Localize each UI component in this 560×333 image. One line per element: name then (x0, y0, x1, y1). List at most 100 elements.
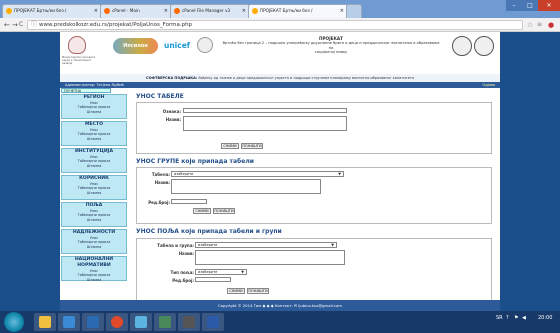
sidebar-group-norms: НАЦИОНАЛНИ НОРМАТИВИ Унос Табеларни прик… (61, 256, 127, 282)
sidebar-home-link[interactable]: ПОЧЕТНА (61, 88, 111, 93)
save-button[interactable]: СНИМИ (193, 208, 211, 214)
sidebar: ПОЧЕТНА РЕГИОН Унос Табеларни приказ Шта… (60, 88, 130, 311)
browser-tab[interactable]: ПРОЈЕКАТ Бртњ/ки без ( × (2, 4, 102, 18)
sidebar-group-place: МЕСТО Унос Табеларни приказ Штампа (61, 121, 127, 146)
sidebar-link[interactable]: Штампа (62, 137, 126, 141)
sidebar-group-region: РЕГИОН Унос Табеларни приказ Штампа (61, 94, 127, 119)
sidebar-group-user: КОРИСНИК Унос Табеларни приказ Штампа (61, 175, 127, 200)
shield-icon[interactable] (154, 313, 176, 331)
table-select[interactable]: изаберите ▼ (171, 171, 344, 177)
serbia-crest-icon (68, 36, 86, 54)
field-name-textarea[interactable] (195, 250, 345, 265)
name-textarea[interactable] (183, 116, 347, 131)
folder-icon[interactable] (34, 313, 56, 331)
sidebar-link[interactable]: Штампа (62, 191, 126, 195)
group-form-title: УНОС ГРУПЕ које припада табели (136, 158, 254, 165)
unicef-logo: unicef (164, 41, 191, 50)
language-indicator[interactable]: SR (496, 316, 503, 321)
reload-icon[interactable]: C (19, 20, 23, 30)
calendar-icon[interactable] (58, 313, 80, 331)
sidebar-link[interactable]: Штампа (62, 245, 126, 249)
group-form: Табела: изаберите ▼ Назив: Ред.број: СНИ… (136, 167, 492, 224)
field-type-select[interactable]: изаберите ▼ (195, 269, 247, 275)
sidebar-link[interactable]: Штампа (62, 164, 126, 168)
info-icon: ⓘ (31, 21, 38, 28)
main-content: УНОС ТАБЕЛЕ Ознака: Назив: СНИМИ ПОНИШТИ… (132, 88, 496, 311)
window-icon[interactable] (178, 313, 200, 331)
flag-icon[interactable]: ⚑ (514, 316, 518, 321)
favicon-icon (252, 8, 258, 14)
volume-icon[interactable]: ◀ (522, 316, 526, 321)
browser-tab-active[interactable]: ПРОЈЕКАТ Бртњ/ки без / × (248, 4, 348, 18)
table-group-label: Табела и група: (157, 243, 194, 248)
back-arrow-icon[interactable]: ← (4, 20, 10, 30)
site-container: Министарство просвете, науке и технолошк… (60, 32, 500, 311)
star-icon[interactable]: ☆ (527, 20, 533, 30)
favicon-icon (104, 8, 110, 14)
sidebar-link[interactable]: Штампа (62, 278, 126, 282)
browser-tab[interactable]: cPanel File Manager v3 × (170, 4, 250, 18)
chevron-down-icon: ▼ (331, 243, 334, 247)
close-tab-icon[interactable]: × (164, 5, 168, 17)
browser-tab[interactable]: cPanel - Main × (100, 4, 172, 18)
ministry-caption: Министарство просвете, науке и технолошк… (62, 56, 96, 65)
help-icon[interactable]: ? (506, 316, 509, 321)
field-order-input[interactable] (195, 277, 231, 282)
site-header: Министарство просвете, науке и технолошк… (60, 32, 500, 74)
site-footer: Copyright © 2014 Тим ◆ ◆ ◆ Контакт: ✉ lj… (60, 300, 500, 311)
new-tab-button[interactable] (346, 4, 362, 18)
url-input[interactable]: ⓘ www.predskolkozr.edu.rs/projekat/Polja… (27, 20, 523, 30)
seal-icon (474, 36, 494, 56)
save-button[interactable]: СНИМИ (227, 288, 245, 294)
seal-icon (452, 36, 472, 56)
chevron-down-icon: ▼ (338, 172, 341, 176)
favicon-icon (174, 8, 180, 14)
maximize-button[interactable]: □ (522, 0, 538, 11)
clock[interactable]: 20:00 (538, 316, 552, 321)
forward-arrow-icon[interactable]: → (12, 20, 18, 30)
browser-tab-bar: ПРОЈЕКАТ Бртњ/ки без ( × cPanel - Main ×… (0, 0, 560, 18)
project-logo-icon (197, 37, 213, 53)
admin-user-label: Администратор: Татјана Љубић (65, 83, 124, 87)
windows-taskbar: SR ? ⚑ ◀ 20:00 (0, 311, 560, 333)
reset-button[interactable]: ПОНИШТИ (247, 288, 269, 294)
sidebar-group-fields: ПОЉА Унос Табеларни приказ Штампа (61, 202, 127, 227)
field-order-label: Ред.број: (172, 278, 194, 283)
table-form-title: УНОС ТАБЕЛЕ (136, 93, 184, 100)
field-name-label: Назив: (178, 251, 194, 256)
close-tab-icon[interactable]: × (340, 5, 344, 17)
start-button[interactable] (4, 312, 24, 332)
table-group-select[interactable]: изаберите ▼ (195, 242, 337, 248)
sidebar-group-competences: НАДЛЕЖНОСТИ Унос Табеларни приказ Штампа (61, 229, 127, 254)
notes-icon[interactable] (130, 313, 152, 331)
ipsilon-logo: Ипсилон (113, 38, 158, 54)
project-title: ПРОЈЕКАТ Вртићи без граница 2 – подршка … (222, 36, 440, 55)
chevron-down-icon: ▼ (241, 270, 244, 274)
group-name-label: Назив: (154, 180, 170, 185)
sidebar-link[interactable]: Штампа (62, 110, 126, 114)
close-tab-icon[interactable]: × (242, 5, 246, 17)
field-form-title: УНОС ПОЉА које припада табели и групи (136, 228, 282, 235)
save-button[interactable]: СНИМИ (221, 143, 239, 149)
group-name-textarea[interactable] (171, 179, 321, 194)
field-form: Табела и група: изаберите ▼ Назив: Тип п… (136, 238, 492, 304)
save-disk-icon[interactable] (82, 313, 104, 331)
menu-icon[interactable]: ≡ (537, 20, 542, 30)
close-window-button[interactable]: ✕ (538, 0, 560, 11)
reset-button[interactable]: ПОНИШТИ (241, 143, 263, 149)
word-icon[interactable] (202, 313, 224, 331)
software-support-strip: СОФТВЕРСКА ПОДРШКА: Вођењу од тажње о де… (60, 74, 500, 82)
reset-button[interactable]: ПОНИШТИ (213, 208, 235, 214)
favicon-icon (6, 8, 12, 14)
sidebar-link[interactable]: Штампа (62, 218, 126, 222)
minimize-button[interactable]: – (506, 0, 522, 11)
field-type-label: Тип поља: (170, 270, 194, 275)
extension-icon[interactable]: ● (548, 20, 554, 30)
code-label: Ознака: (162, 109, 181, 114)
sidebar-group-institution: ИНСТИТУЦИЈА Унос Табеларни приказ Штампа (61, 148, 127, 173)
close-tab-icon[interactable]: × (94, 5, 98, 17)
table-form: Ознака: Назив: СНИМИ ПОНИШТИ (136, 102, 492, 154)
order-input[interactable] (171, 199, 207, 204)
code-input[interactable] (183, 108, 347, 113)
chrome-icon[interactable] (106, 313, 128, 331)
